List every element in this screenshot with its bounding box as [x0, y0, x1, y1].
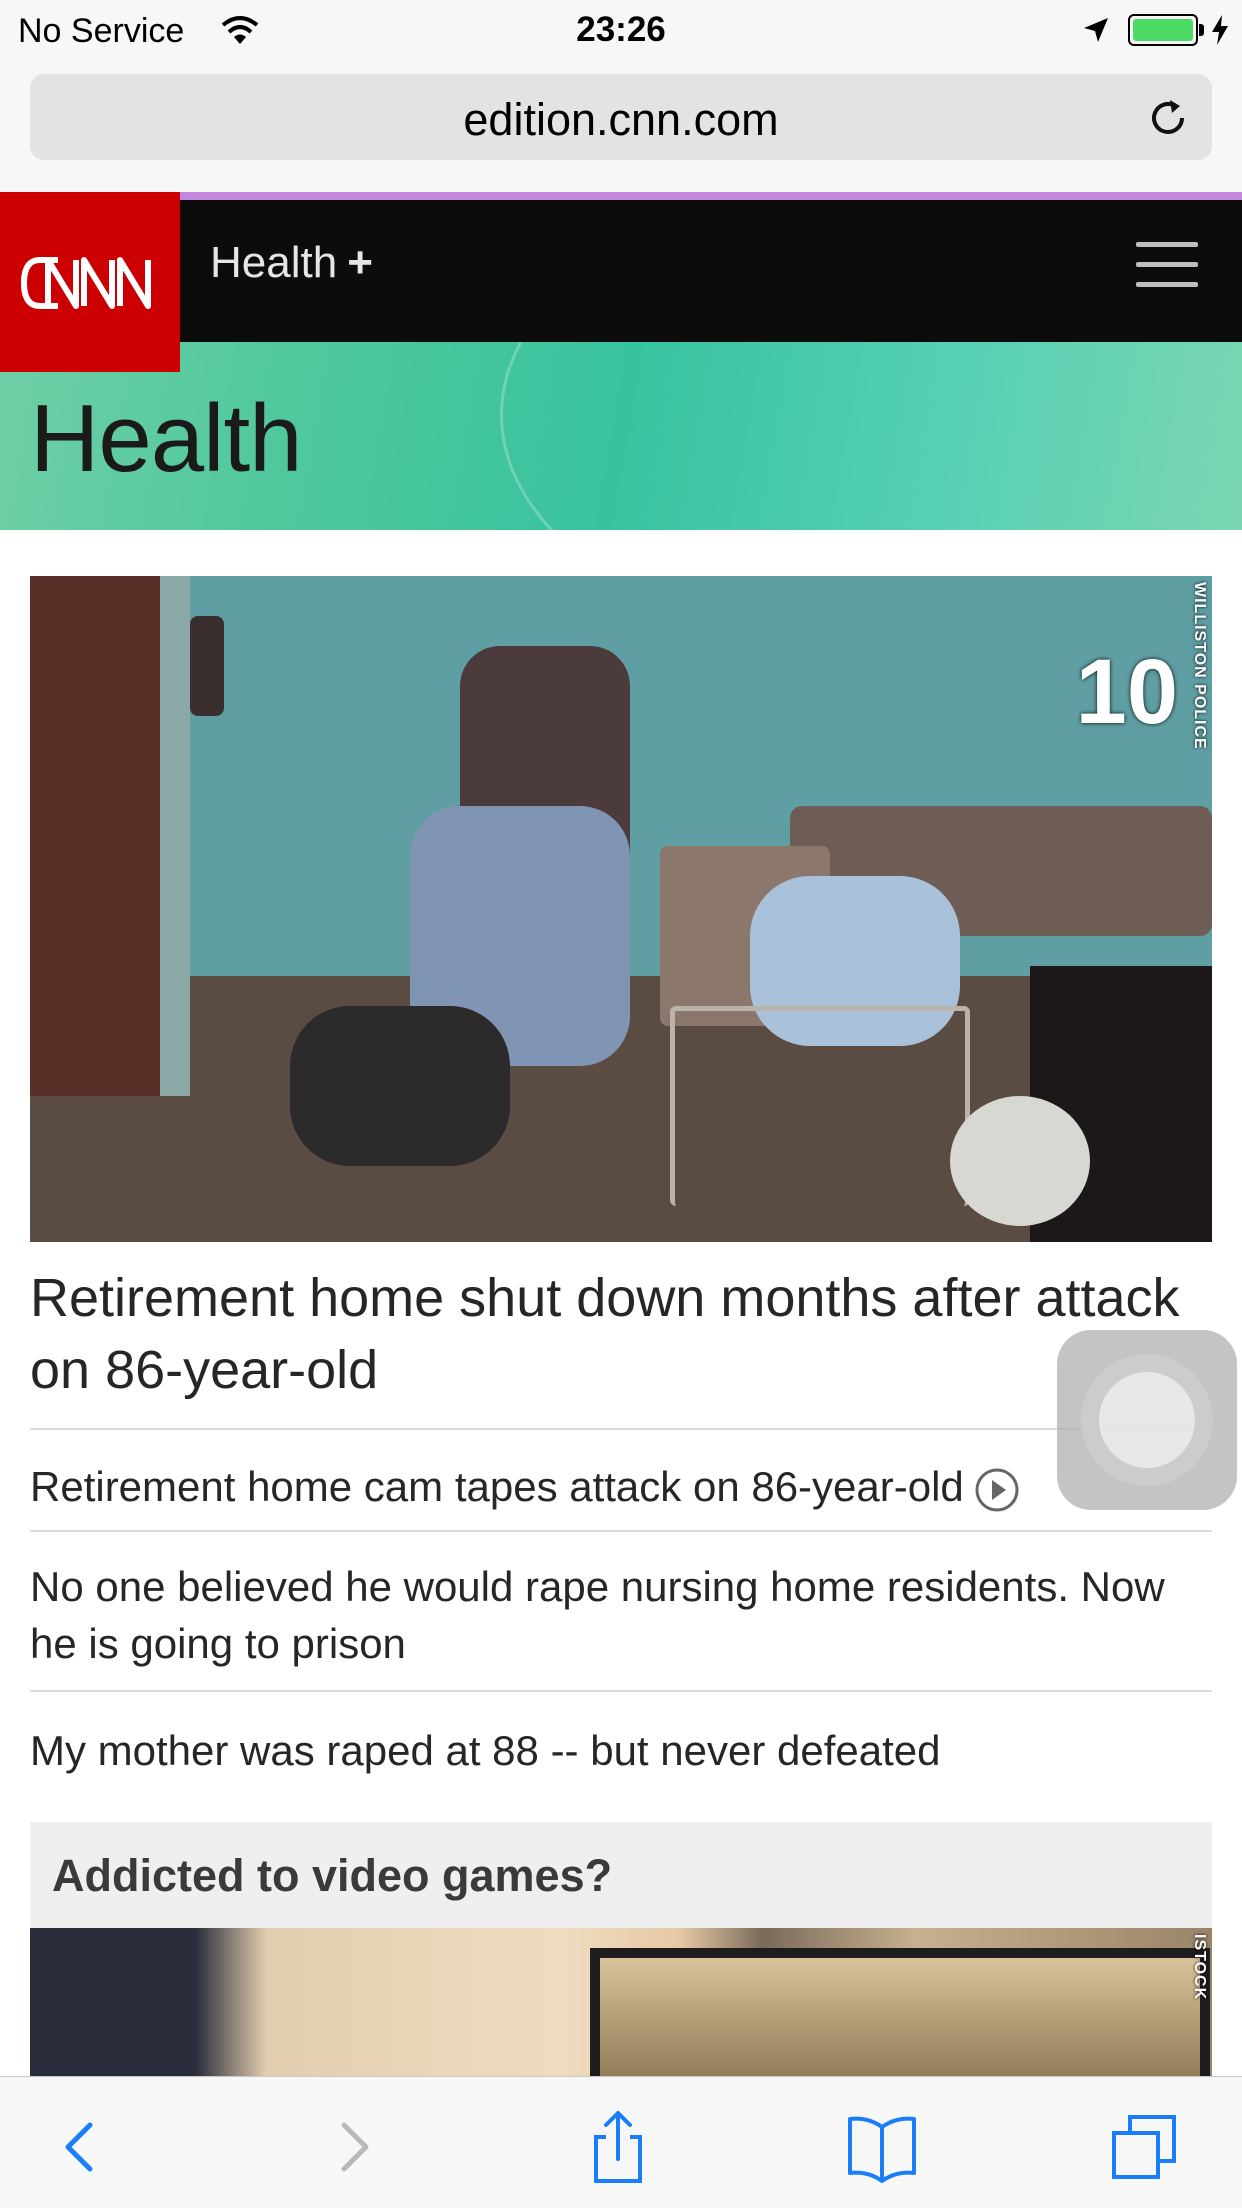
- hamburger-menu-icon[interactable]: [1136, 242, 1198, 288]
- promo-title[interactable]: Addicted to video games?: [52, 1850, 612, 1902]
- forward-icon[interactable]: [314, 2107, 394, 2187]
- url-text[interactable]: edition.cnn.com: [30, 94, 1212, 146]
- headline-link[interactable]: Retirement home shut down months after a…: [30, 1262, 1212, 1406]
- address-bar[interactable]: edition.cnn.com: [30, 74, 1212, 160]
- location-arrow-icon: [1084, 18, 1108, 42]
- cnn-logo[interactable]: [0, 192, 180, 372]
- page-title: Health: [30, 385, 302, 492]
- related-link-text[interactable]: Retirement home cam tapes attack on 86-y…: [30, 1463, 964, 1510]
- promo-image[interactable]: ISTOCK: [30, 1928, 1212, 2076]
- clock: 23:26: [576, 10, 666, 49]
- bookmarks-icon[interactable]: [842, 2107, 922, 2187]
- related-link[interactable]: My mother was raped at 88 -- but never d…: [30, 1690, 1212, 1790]
- related-link-text[interactable]: No one believed he would rape nursing ho…: [30, 1563, 1165, 1667]
- image-credit: WILLISTON POLICE: [1191, 582, 1208, 750]
- related-link-text[interactable]: My mother was raped at 88 -- but never d…: [30, 1727, 941, 1774]
- promo-header[interactable]: Addicted to video games?: [30, 1822, 1212, 1928]
- back-icon[interactable]: [40, 2107, 120, 2187]
- accent-strip: [180, 192, 1242, 200]
- camera-overlay-number: 10: [1075, 641, 1178, 743]
- play-icon: [975, 1468, 1019, 1512]
- browser-toolbar: [0, 2076, 1242, 2208]
- status-bar: No Service 23:26: [0, 0, 1242, 62]
- share-icon[interactable]: [578, 2107, 658, 2187]
- tabs-icon[interactable]: [1106, 2107, 1186, 2187]
- assistive-touch-button[interactable]: [1057, 1330, 1237, 1510]
- image-credit: ISTOCK: [1191, 1934, 1208, 2001]
- related-link[interactable]: No one believed he would rape nursing ho…: [30, 1530, 1212, 1690]
- browser-chrome: edition.cnn.com: [0, 62, 1242, 192]
- charging-bolt-icon: [1212, 15, 1228, 45]
- cnn-logo-mark: [21, 257, 151, 309]
- hero-image[interactable]: 10 WILLISTON POLICE: [30, 576, 1212, 1242]
- section-expand-icon[interactable]: +: [347, 238, 373, 287]
- site-header: Health +: [0, 192, 1242, 372]
- battery-icon: [1128, 14, 1198, 46]
- related-link[interactable]: Retirement home cam tapes attack on 86-y…: [30, 1428, 1212, 1530]
- section-label: Health: [210, 238, 338, 287]
- battery-tip: [1199, 24, 1204, 36]
- section-nav[interactable]: Health +: [210, 238, 373, 288]
- reload-icon[interactable]: [1146, 96, 1190, 140]
- section-banner: Health: [0, 342, 1242, 530]
